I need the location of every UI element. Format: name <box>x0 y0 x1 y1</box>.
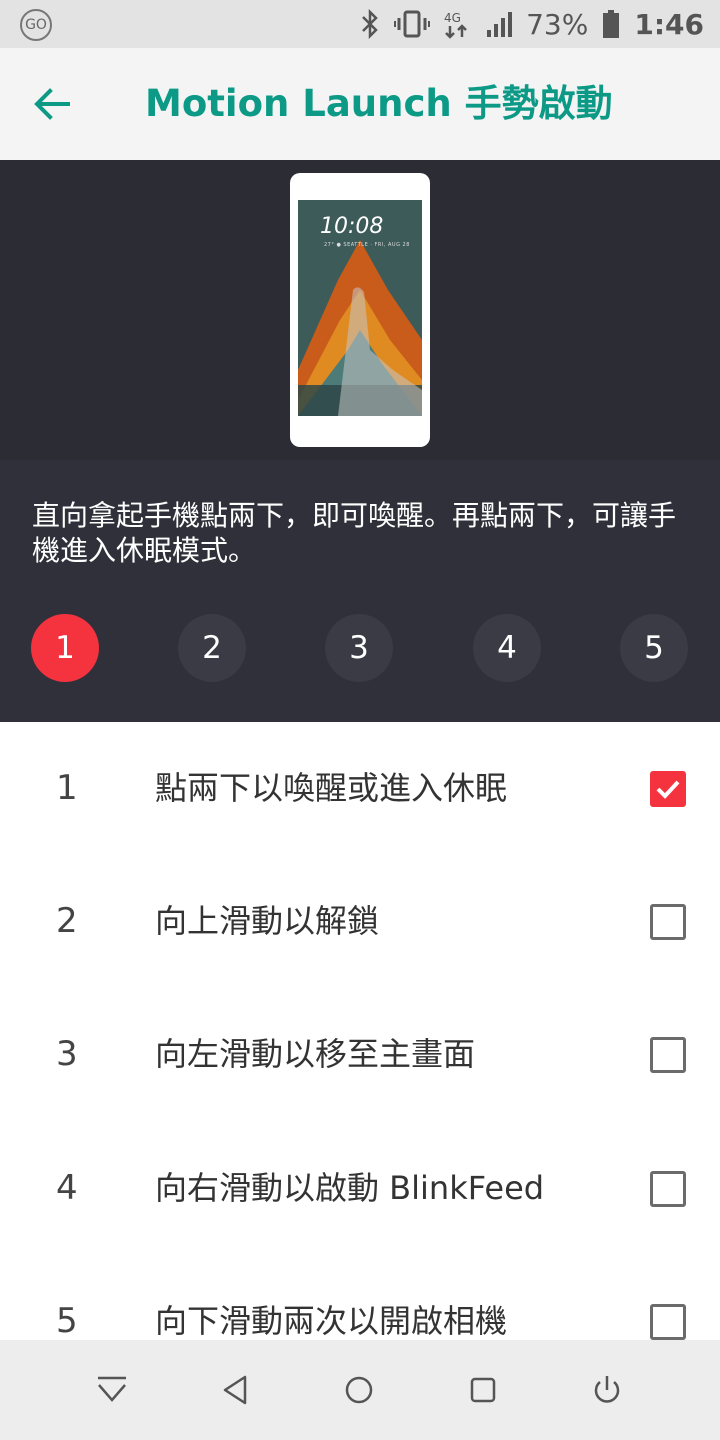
checkbox[interactable] <box>650 1171 686 1207</box>
checkbox[interactable] <box>650 904 686 940</box>
list-item[interactable]: 1 點兩下以喚醒或進入休眠 <box>0 722 720 855</box>
page-title: Motion Launch 手勢啟動 <box>145 82 613 125</box>
clock: 1:46 <box>634 7 704 41</box>
bluetooth-icon <box>360 9 380 39</box>
navigation-bar <box>0 1340 720 1440</box>
back-button[interactable] <box>24 76 80 132</box>
expand-button[interactable] <box>88 1366 136 1414</box>
app-bar: Motion Launch 手勢啟動 <box>0 48 720 160</box>
home-icon <box>345 1376 373 1404</box>
tutorial-description: 直向拿起手機點兩下，即可喚醒。再點兩下，可讓手機進入休眠模式。 <box>32 499 677 567</box>
phone-screen: 10:08 27° ● SEATTLE · FRI, AUG 28 <box>298 200 422 416</box>
list-item[interactable]: 4 向右滑動以啟動 BlinkFeed <box>0 1122 720 1255</box>
arrow-left-icon <box>34 88 70 120</box>
item-number: 3 <box>56 1034 78 1074</box>
phone-clock: 10:08 <box>320 214 384 239</box>
step-2[interactable]: 2 <box>178 614 246 682</box>
item-number: 2 <box>56 901 78 941</box>
home-button[interactable] <box>335 1366 383 1414</box>
go-icon: GO <box>20 9 52 41</box>
back-icon <box>223 1375 247 1405</box>
status-bar: GO 4G 73% 1:46 <box>0 0 720 48</box>
step-3[interactable]: 3 <box>325 614 393 682</box>
item-label: 向右滑動以啟動 BlinkFeed <box>155 1169 545 1207</box>
gesture-illustration: 10:08 27° ● SEATTLE · FRI, AUG 28 <box>0 160 720 460</box>
item-number: 4 <box>56 1168 78 1208</box>
recents-icon <box>470 1377 496 1403</box>
expand-icon <box>98 1376 126 1402</box>
item-label: 向上滑動以解鎖 <box>155 902 380 940</box>
step-indicator: 1 2 3 4 5 <box>0 614 720 682</box>
step-4[interactable]: 4 <box>473 614 541 682</box>
phone-illustration: 10:08 27° ● SEATTLE · FRI, AUG 28 <box>290 173 430 447</box>
data-icon: 4G <box>444 9 472 39</box>
battery-icon <box>602 9 620 39</box>
status-icons: 4G 73% 1:46 <box>360 0 704 48</box>
list-item[interactable]: 3 向左滑動以移至主畫面 <box>0 988 720 1121</box>
gesture-list: 1 點兩下以喚醒或進入休眠 2 向上滑動以解鎖 3 向左滑動以移至主畫面 4 向… <box>0 722 720 1340</box>
item-number: 5 <box>56 1301 78 1340</box>
checkbox[interactable] <box>650 1037 686 1073</box>
item-label: 點兩下以喚醒或進入休眠 <box>155 769 508 807</box>
back-nav-button[interactable] <box>212 1366 260 1414</box>
list-item[interactable]: 2 向上滑動以解鎖 <box>0 855 720 988</box>
item-label: 向左滑動以移至主畫面 <box>155 1035 476 1073</box>
battery-percent: 73% <box>526 7 589 41</box>
item-number: 1 <box>56 768 78 808</box>
power-icon <box>594 1376 620 1403</box>
check-icon <box>656 780 680 799</box>
step-1[interactable]: 1 <box>31 614 99 682</box>
signal-icon <box>486 9 513 39</box>
list-item[interactable]: 5 向下滑動兩次以開啟相機 <box>0 1255 720 1340</box>
svg-text:4G: 4G <box>444 11 461 25</box>
item-label: 向下滑動兩次以開啟相機 <box>155 1302 508 1340</box>
recents-button[interactable] <box>459 1366 507 1414</box>
power-button[interactable] <box>583 1366 631 1414</box>
tutorial-panel: 10:08 27° ● SEATTLE · FRI, AUG 28 直向拿起手機… <box>0 160 720 722</box>
checkbox[interactable] <box>650 1304 686 1340</box>
checkbox-checked[interactable] <box>650 771 686 807</box>
phone-date: 27° ● SEATTLE · FRI, AUG 28 <box>324 242 410 248</box>
vibrate-icon <box>394 9 431 39</box>
step-5[interactable]: 5 <box>620 614 688 682</box>
